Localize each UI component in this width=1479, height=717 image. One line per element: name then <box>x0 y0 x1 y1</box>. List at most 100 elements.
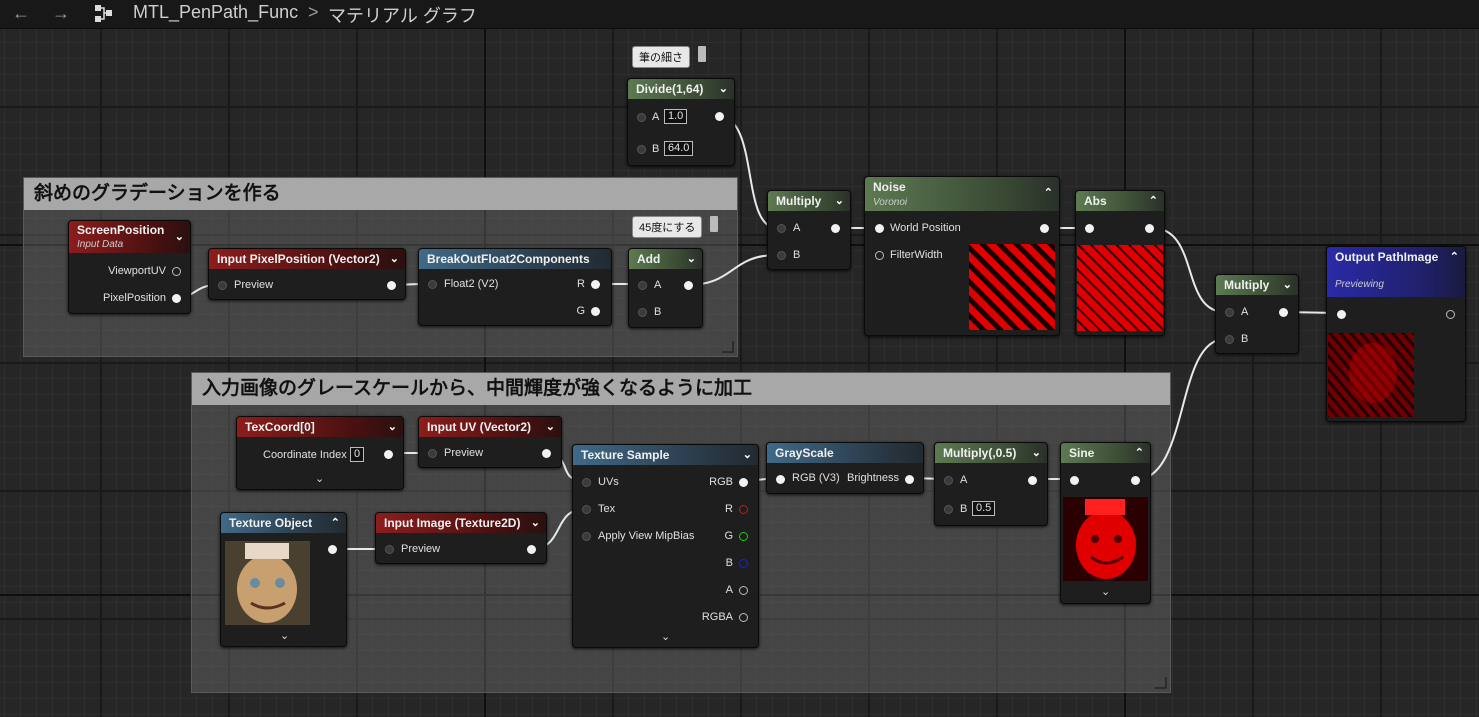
node-divide[interactable]: Divide(1,64) ⌄ A 1.0 B 64.0 <box>627 78 735 166</box>
chevron-down-icon[interactable]: ⌄ <box>546 417 555 437</box>
output-pin[interactable] <box>739 505 748 514</box>
node-input-image[interactable]: Input Image (Texture2D) ⌄ Preview <box>375 512 547 564</box>
input-pin[interactable] <box>428 280 437 289</box>
output-pin[interactable] <box>172 267 181 276</box>
node-output-pathimage[interactable]: Output PathImage Previewing ⌃ <box>1326 246 1466 422</box>
output-pin[interactable] <box>1131 476 1140 485</box>
input-pin[interactable] <box>638 281 647 290</box>
input-pin[interactable] <box>218 281 227 290</box>
input-pin[interactable] <box>1225 308 1234 317</box>
chevron-down-icon[interactable]: ⌄ <box>1101 585 1110 598</box>
chevron-up-icon[interactable]: ⌃ <box>1044 183 1053 203</box>
output-pin[interactable] <box>1279 308 1288 317</box>
chevron-up-icon[interactable]: ⌃ <box>331 513 340 533</box>
output-pin[interactable] <box>905 475 914 484</box>
chevron-down-icon[interactable]: ⌄ <box>719 79 728 99</box>
value-field[interactable]: 0.5 <box>972 501 996 516</box>
input-pin[interactable] <box>944 505 953 514</box>
output-pin[interactable] <box>1028 476 1037 485</box>
input-pin[interactable] <box>1337 310 1346 319</box>
output-pin[interactable] <box>1040 224 1049 233</box>
output-pin[interactable] <box>1446 310 1455 319</box>
input-pin[interactable] <box>582 505 591 514</box>
rotate45-tag[interactable]: 45度にする <box>632 216 703 238</box>
output-pin[interactable] <box>387 281 396 290</box>
chevron-down-icon[interactable]: ⌄ <box>687 249 696 269</box>
output-pin[interactable] <box>542 449 551 458</box>
chevron-down-icon[interactable]: ⌄ <box>835 191 844 211</box>
input-pin[interactable] <box>428 449 437 458</box>
chevron-up-icon[interactable]: ⌃ <box>1450 247 1459 267</box>
node-noise[interactable]: Noise Voronoi ⌃ World Position FilterWid… <box>864 176 1060 336</box>
chevron-down-icon[interactable]: ⌄ <box>175 228 184 246</box>
node-multiply-final[interactable]: Multiply ⌄ A B <box>1215 274 1299 354</box>
chevron-up-icon[interactable]: ⌃ <box>1149 191 1158 211</box>
node-title: Divide(1,64) <box>636 82 704 96</box>
chevron-down-icon[interactable]: ⌄ <box>531 513 540 533</box>
chevron-up-icon[interactable]: ⌃ <box>1135 443 1144 463</box>
input-pin[interactable] <box>638 308 647 317</box>
pen-width-tag[interactable]: 筆の細さ <box>632 46 690 68</box>
input-pin[interactable] <box>385 545 394 554</box>
input-pin[interactable] <box>944 476 953 485</box>
output-pin[interactable] <box>739 559 748 568</box>
tag-toggle-button[interactable] <box>698 46 706 62</box>
output-pin[interactable] <box>684 281 693 290</box>
output-pin[interactable] <box>739 532 748 541</box>
input-pin[interactable] <box>1225 335 1234 344</box>
value-field[interactable]: 1.0 <box>664 109 688 124</box>
input-pin[interactable] <box>1070 476 1079 485</box>
output-pin[interactable] <box>831 224 840 233</box>
node-multiply-half[interactable]: Multiply(,0.5) ⌄ A B 0.5 <box>934 442 1048 526</box>
node-input-uv[interactable]: Input UV (Vector2) ⌄ Preview <box>418 416 562 468</box>
chevron-down-icon[interactable]: ⌄ <box>1032 443 1041 463</box>
chevron-down-icon[interactable]: ⌄ <box>743 445 752 465</box>
output-pin[interactable] <box>328 545 337 554</box>
tag-toggle-button[interactable] <box>710 216 718 232</box>
chevron-down-icon[interactable]: ⌄ <box>1283 275 1292 295</box>
output-pin[interactable] <box>591 280 600 289</box>
output-pin[interactable] <box>1145 224 1154 233</box>
input-pin[interactable] <box>637 113 646 122</box>
value-field[interactable]: 0 <box>350 447 365 462</box>
input-pin[interactable] <box>637 145 646 154</box>
input-pin[interactable] <box>582 532 591 541</box>
node-grayscale[interactable]: GrayScale RGB (V3) Brightness <box>766 442 924 494</box>
output-pin[interactable] <box>715 112 724 121</box>
node-input-pixel-position[interactable]: Input PixelPosition (Vector2) ⌄ Preview <box>208 248 406 300</box>
node-abs[interactable]: Abs ⌃ <box>1075 190 1165 336</box>
chevron-down-icon[interactable]: ⌄ <box>390 249 399 269</box>
node-multiply[interactable]: Multiply ⌄ A B <box>767 190 851 270</box>
node-title: Sine <box>1069 446 1095 460</box>
input-pin[interactable] <box>875 224 884 233</box>
node-texture-sample[interactable]: Texture Sample ⌄ UVs Tex Apply View MipB… <box>572 444 759 648</box>
output-pin[interactable] <box>739 586 748 595</box>
input-pin[interactable] <box>875 251 884 260</box>
input-pin[interactable] <box>1085 224 1094 233</box>
node-title: Abs <box>1084 194 1107 208</box>
input-pin[interactable] <box>777 251 786 260</box>
chevron-down-icon[interactable]: ⌄ <box>315 472 324 485</box>
node-texcoord[interactable]: TexCoord[0] ⌄ Coordinate Index 0 ⌄ <box>236 416 404 490</box>
input-pin[interactable] <box>776 475 785 484</box>
output-pin[interactable] <box>739 478 748 487</box>
output-pin[interactable] <box>384 450 393 459</box>
chevron-down-icon[interactable]: ⌄ <box>280 629 289 642</box>
output-pin[interactable] <box>739 613 748 622</box>
output-pin[interactable] <box>591 307 600 316</box>
input-pin[interactable] <box>582 478 591 487</box>
input-pin[interactable] <box>777 224 786 233</box>
node-screen-position[interactable]: ScreenPosition Input Data ⌄ ViewportUV P… <box>68 220 191 314</box>
node-title: Multiply(,0.5) <box>943 446 1017 460</box>
node-texture-object[interactable]: Texture Object ⌃ ⌄ <box>220 512 347 647</box>
pin-label: A <box>793 222 801 234</box>
value-field[interactable]: 64.0 <box>664 141 694 156</box>
chevron-down-icon[interactable]: ⌄ <box>661 630 670 643</box>
output-pin[interactable] <box>527 545 536 554</box>
chevron-down-icon[interactable]: ⌄ <box>388 417 397 437</box>
node-title: Input PixelPosition (Vector2) <box>217 252 380 266</box>
node-breakout-float2[interactable]: BreakOutFloat2Components Float2 (V2) R G <box>418 248 612 326</box>
output-pin[interactable] <box>172 294 181 303</box>
node-add[interactable]: Add ⌄ A B <box>628 248 703 328</box>
node-sine[interactable]: Sine ⌃ ⌄ <box>1060 442 1151 604</box>
